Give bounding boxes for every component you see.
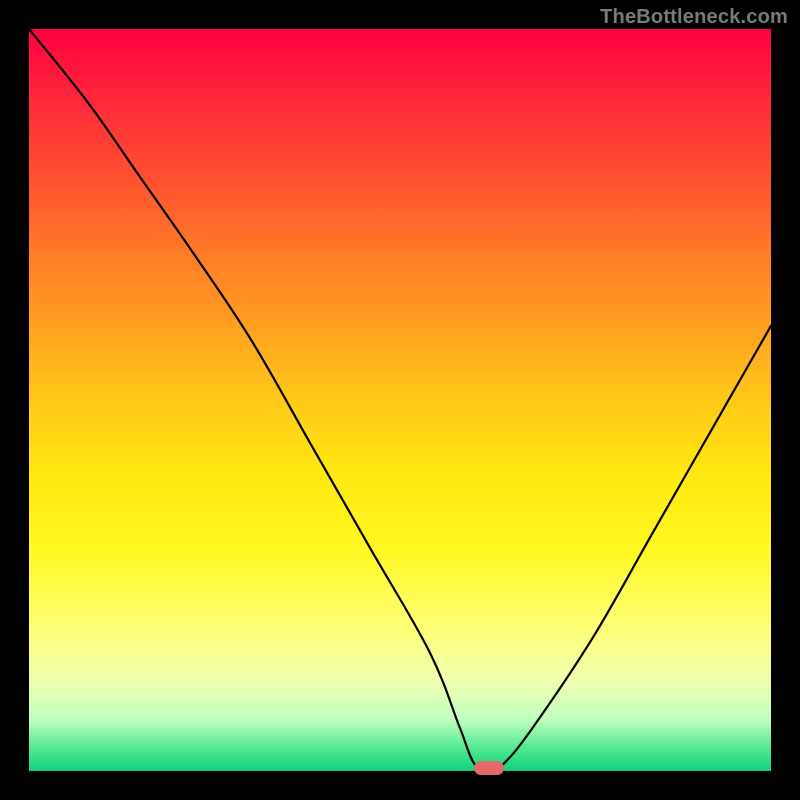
plot-area	[29, 29, 771, 771]
chart-frame: TheBottleneck.com	[0, 0, 800, 800]
optimal-marker	[474, 761, 504, 775]
bottleneck-curve	[29, 29, 771, 771]
watermark-text: TheBottleneck.com	[600, 6, 788, 29]
